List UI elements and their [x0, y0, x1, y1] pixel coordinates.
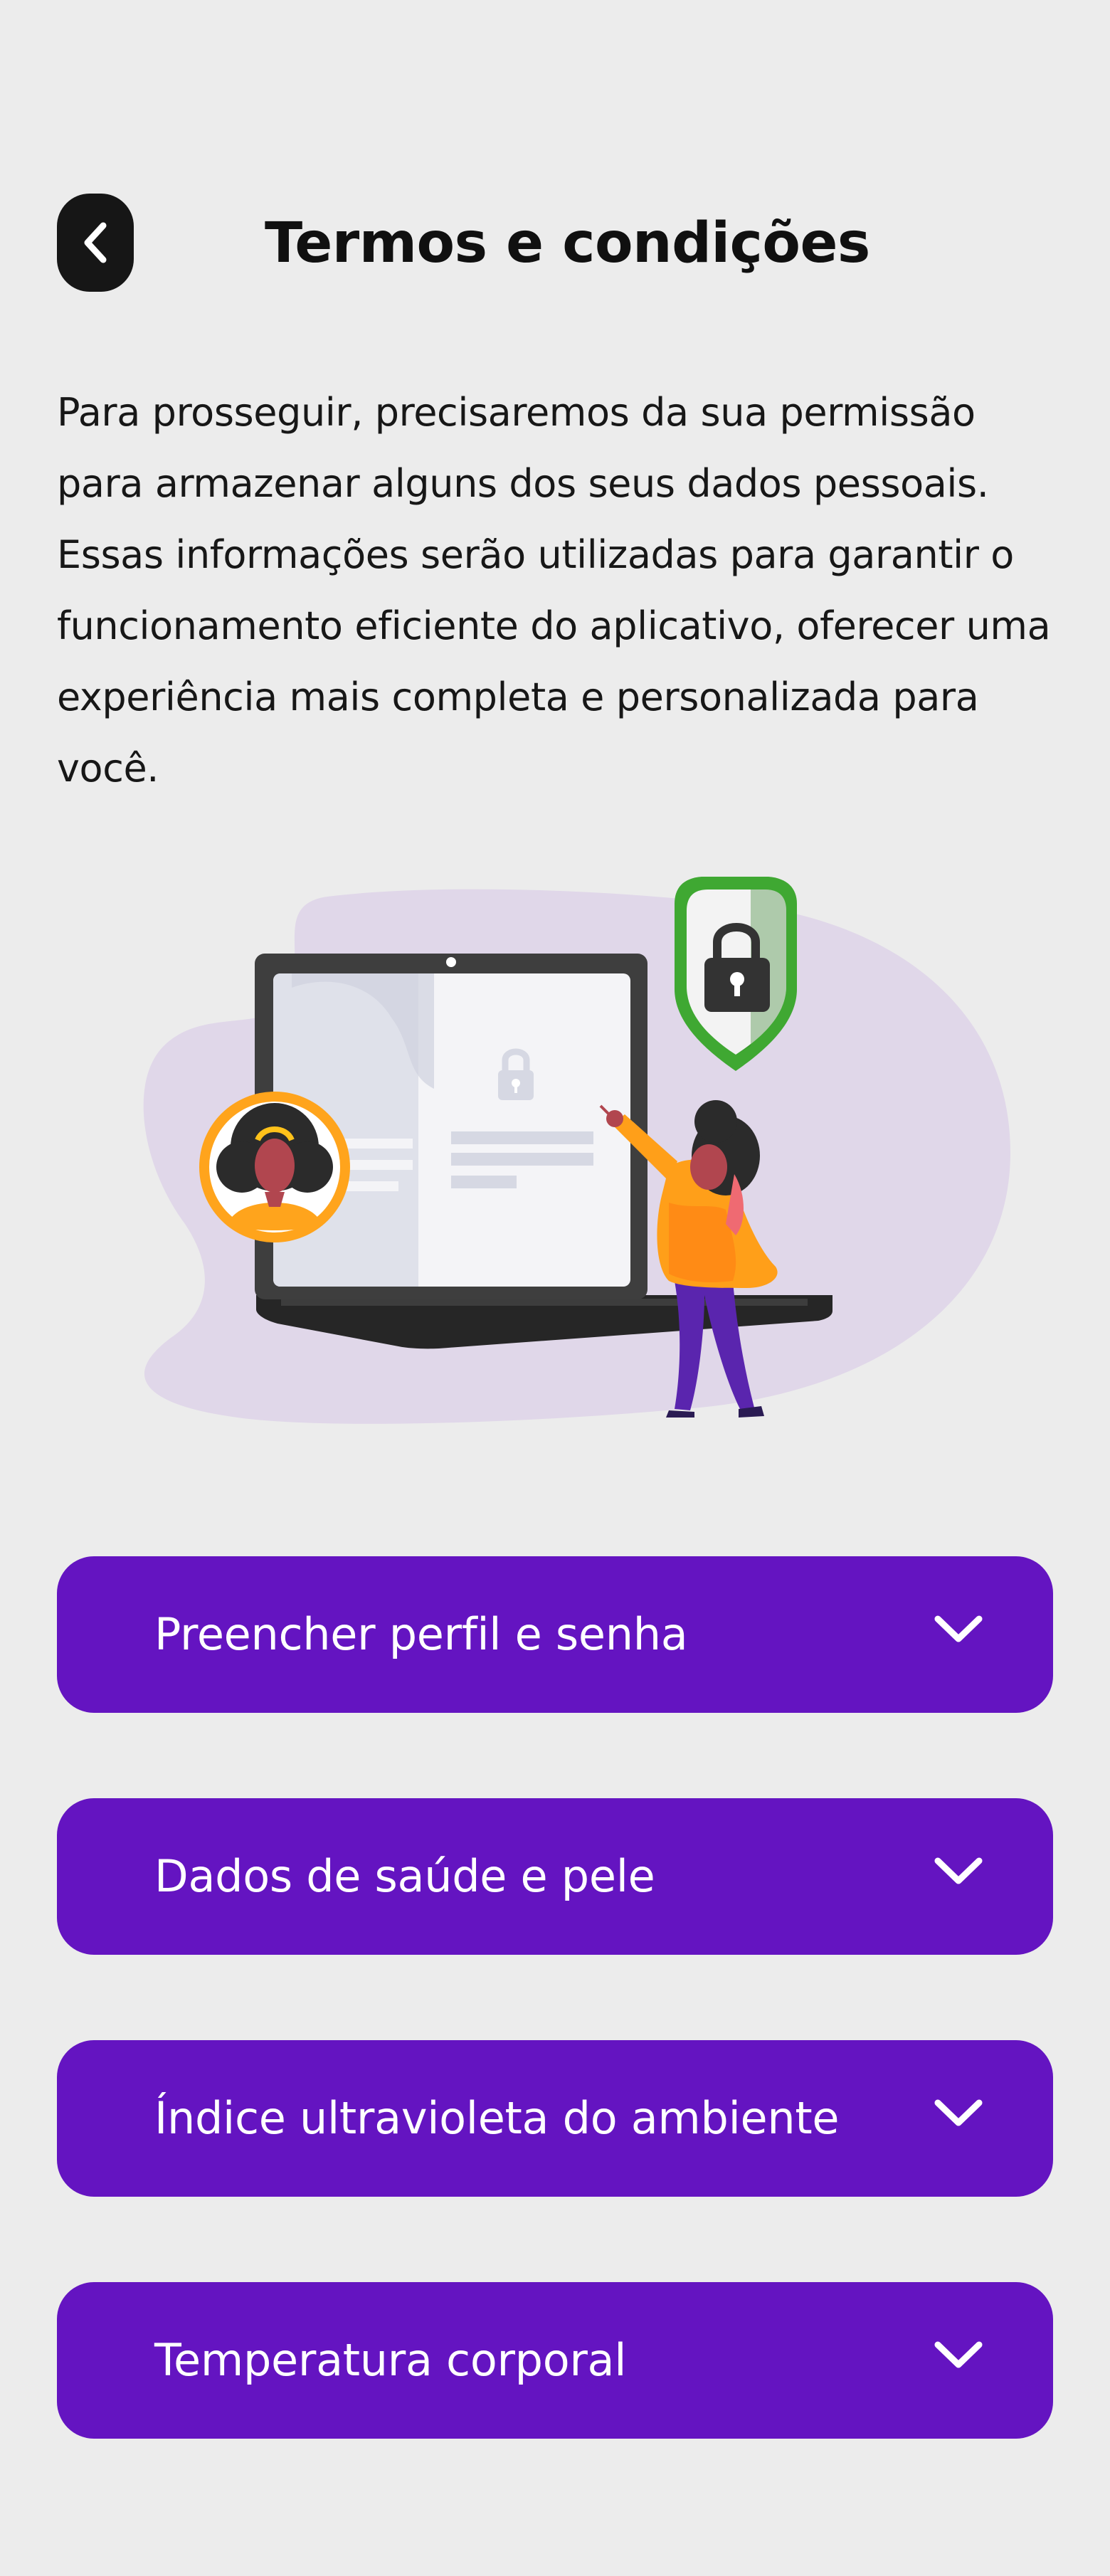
accordion-indice-ultravioleta[interactable]: Índice ultravioleta do ambiente — [57, 2040, 1053, 2197]
accordion-label: Dados de saúde e pele — [154, 1850, 655, 1902]
accordion-label: Temperatura corporal — [154, 2334, 627, 2386]
accordion-label: Preencher perfil e senha — [154, 1608, 688, 1660]
back-button[interactable] — [57, 194, 134, 292]
chevron-left-icon — [84, 222, 107, 263]
security-illustration — [100, 868, 1018, 1437]
accordion-temperatura-corporal[interactable]: Temperatura corporal — [57, 2282, 1053, 2439]
accordion-preencher-perfil[interactable]: Preencher perfil e senha — [57, 1556, 1053, 1713]
accordion-dados-saude[interactable]: Dados de saúde e pele — [57, 1798, 1053, 1955]
chevron-down-icon — [934, 2341, 983, 2368]
intro-text: Para prosseguir, precisaremos da sua per… — [57, 390, 1051, 791]
accordion-label: Índice ultravioleta do ambiente — [154, 2092, 840, 2144]
header: Termos e condições — [57, 194, 1053, 292]
chevron-down-icon — [934, 1857, 983, 1884]
page-title: Termos e condições — [265, 211, 870, 275]
chevron-down-icon — [934, 1615, 983, 1642]
chevron-down-icon — [934, 2099, 983, 2126]
